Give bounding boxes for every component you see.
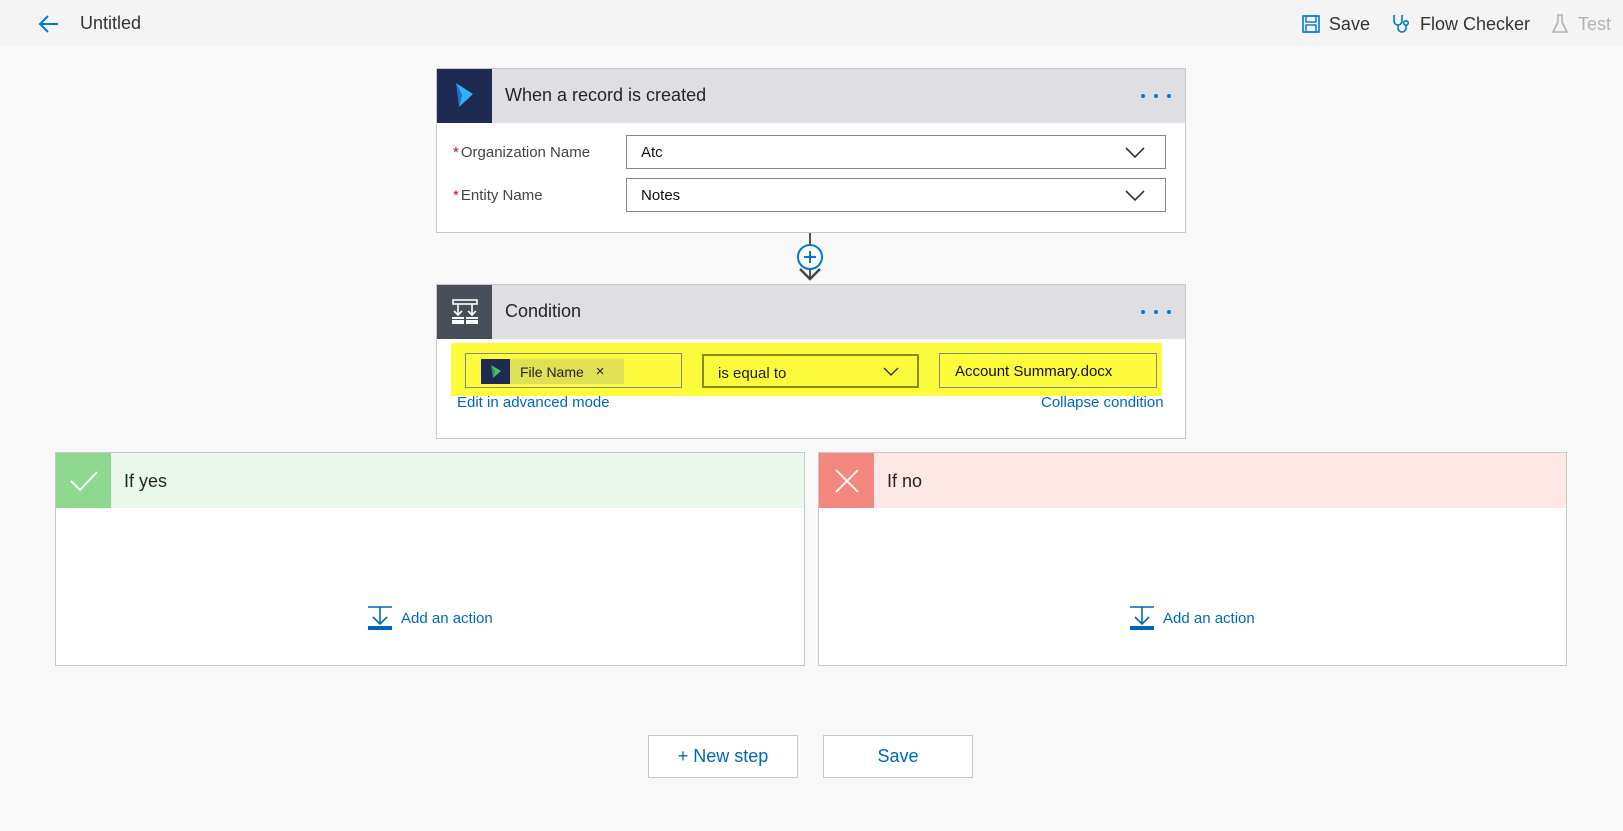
add-action-icon (368, 606, 392, 630)
organization-name-label: Organization Name (460, 143, 591, 161)
condition-operator-select[interactable]: is equal to (702, 354, 919, 388)
stethoscope-icon (1393, 15, 1409, 33)
organization-name-row: * Organization Name (453, 135, 590, 169)
collapse-condition-link[interactable]: Collapse condition (1041, 394, 1164, 411)
dynamics-icon (481, 359, 510, 384)
condition-value-input[interactable]: Account Summary.docx (939, 353, 1157, 388)
condition-left-operand[interactable]: File Name × (465, 353, 682, 388)
save-icon (1302, 15, 1320, 33)
add-action-yes-label: Add an action (401, 609, 493, 627)
entity-name-label: Entity Name (460, 186, 543, 204)
flow-checker-label: Flow Checker (1419, 13, 1530, 34)
new-step-button[interactable]: + New step (648, 735, 798, 778)
if-no-branch: If no Add an action (818, 452, 1567, 666)
save-label: Save (1328, 13, 1370, 34)
file-name-token[interactable]: File Name × (481, 359, 624, 384)
test-button[interactable]: Test (1550, 11, 1611, 37)
save-button[interactable]: Save (1301, 11, 1370, 37)
add-action-icon (1130, 606, 1154, 630)
dynamics-icon (437, 69, 492, 123)
flow-title[interactable]: Untitled (80, 13, 141, 34)
condition-header[interactable]: Condition (437, 285, 1185, 339)
back-arrow-icon[interactable] (36, 11, 62, 37)
trigger-more-icon[interactable] (1141, 87, 1171, 105)
condition-value: Account Summary.docx (955, 363, 1113, 380)
if-no-title: If no (887, 471, 923, 491)
entity-name-value: Notes (641, 186, 681, 204)
condition-title: Condition (505, 301, 582, 321)
checkmark-icon (56, 453, 111, 508)
add-action-no-button[interactable]: Add an action (1129, 605, 1255, 631)
trigger-title: When a record is created (505, 85, 707, 105)
insert-step-button[interactable] (797, 244, 823, 270)
entity-name-row: * Entity Name (453, 178, 543, 212)
token-label: File Name (520, 363, 584, 380)
chevron-down-icon (1125, 190, 1145, 202)
flow-checker-button[interactable]: Flow Checker (1390, 11, 1530, 37)
plus-icon (804, 251, 816, 263)
required-marker: * (453, 143, 459, 161)
chevron-down-icon (1125, 147, 1145, 159)
test-label: Test (1577, 13, 1611, 34)
top-bar: Untitled Save Flow Checker Test (0, 0, 1623, 46)
trigger-header[interactable]: When a record is created (437, 69, 1185, 123)
if-yes-header[interactable]: If yes (56, 453, 804, 508)
add-action-no-label: Add an action (1163, 609, 1255, 627)
flask-icon (1551, 14, 1569, 33)
if-yes-title: If yes (124, 471, 168, 491)
add-action-yes-button[interactable]: Add an action (367, 605, 493, 631)
trigger-card: When a record is created * Organization … (436, 68, 1186, 233)
if-no-header[interactable]: If no (819, 453, 1566, 508)
footer-save-button[interactable]: Save (823, 735, 973, 778)
edit-advanced-mode-link[interactable]: Edit in advanced mode (457, 394, 610, 411)
organization-name-value: Atc (641, 143, 663, 161)
entity-name-select[interactable]: Notes (626, 178, 1166, 212)
condition-icon (437, 285, 492, 339)
remove-token-icon[interactable]: × (596, 363, 605, 380)
required-marker: * (453, 186, 459, 204)
operator-value: is equal to (718, 365, 787, 382)
chevron-down-icon (883, 367, 899, 376)
close-icon (819, 453, 874, 508)
if-yes-branch: If yes Add an action (55, 452, 805, 666)
top-actions: Save Flow Checker Test (1281, 11, 1611, 37)
organization-name-select[interactable]: Atc (626, 135, 1166, 169)
condition-more-icon[interactable] (1141, 303, 1171, 321)
